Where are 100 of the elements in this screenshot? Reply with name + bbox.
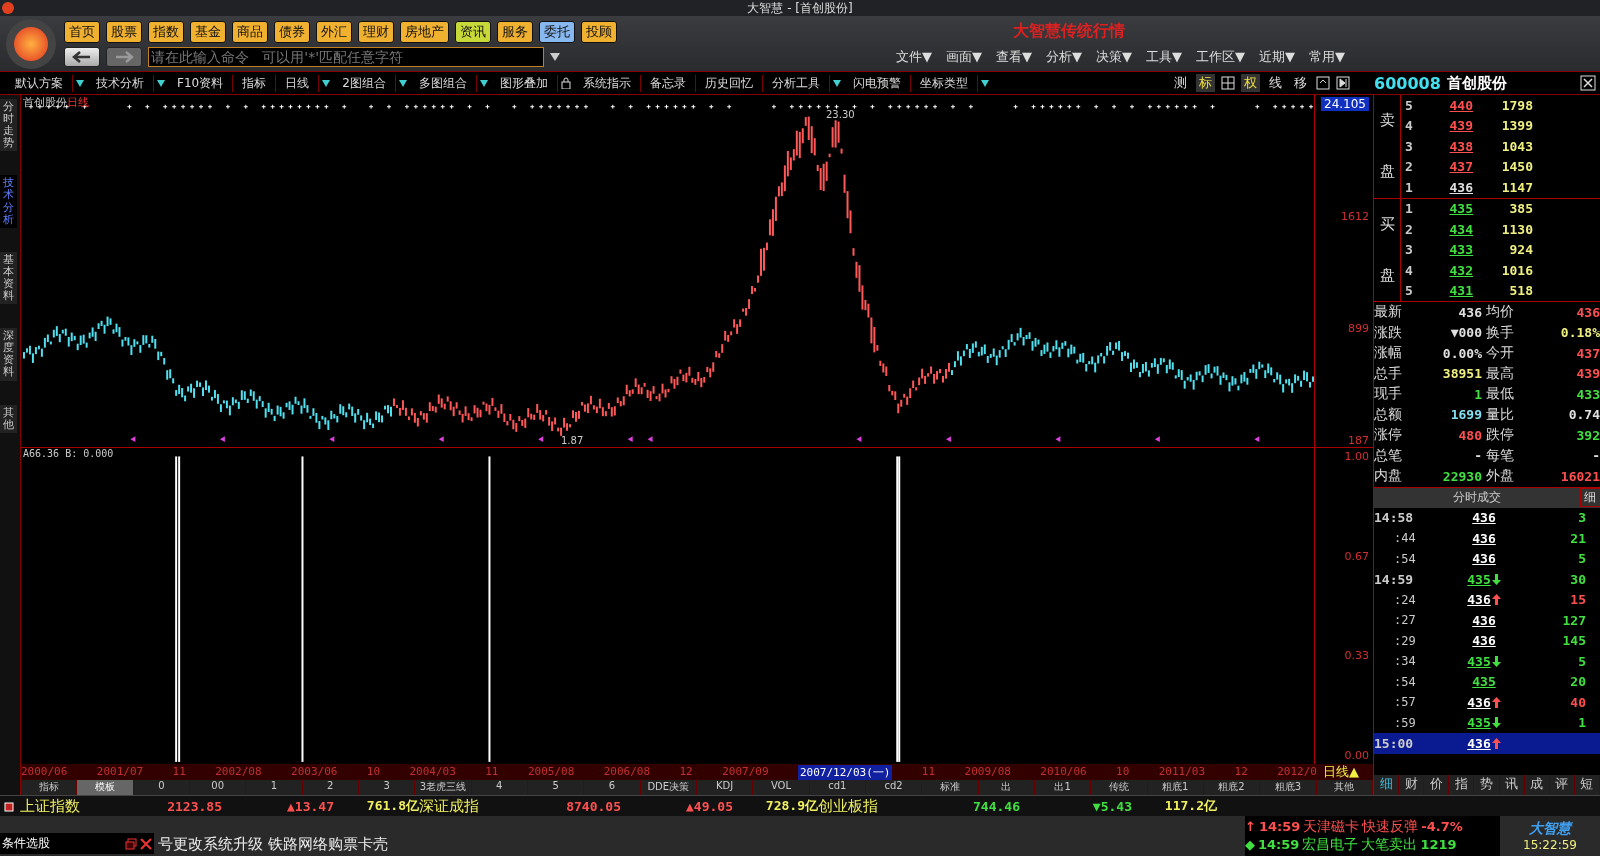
stat-label: 总笔 [1374, 446, 1403, 465]
alert-mark: ◆ [1245, 837, 1255, 852]
toolbar-button[interactable]: 技术分析 [87, 74, 154, 92]
menu-item[interactable]: 近期▼ [1259, 47, 1295, 66]
forward-button[interactable] [106, 46, 142, 67]
dropdown-icon[interactable] [157, 79, 165, 87]
axis-label: 0.33 [1344, 649, 1369, 663]
play-icon[interactable] [1336, 76, 1350, 90]
dropdown-icon[interactable] [479, 79, 488, 87]
menu-item[interactable]: 常用▼ [1309, 47, 1345, 66]
toolbar-button[interactable]: 日线 [276, 74, 320, 92]
dropdown-icon[interactable] [832, 79, 841, 87]
side-tab[interactable]: 分时走势 [0, 99, 17, 152]
stat-label: 量比 [1486, 405, 1515, 424]
indicator-legend: A66.36 B: 0.000 [23, 448, 114, 459]
chart-tool-button[interactable]: 权 [1241, 74, 1260, 92]
nav-button[interactable]: 债券 [274, 20, 310, 43]
news-ticker[interactable]: 号更改系统升级 铁路网络购票卡壳 [158, 835, 388, 854]
trade-time: :59 [1393, 715, 1417, 730]
nav-button[interactable]: 资讯 [455, 20, 491, 43]
menu-item[interactable]: 查看▼ [996, 47, 1032, 66]
triangle-marker [1154, 436, 1160, 443]
side-tab[interactable]: 深度资料 [0, 328, 17, 381]
volume-value: 1798 [1500, 97, 1533, 113]
side-tab[interactable]: 基本资料 [0, 251, 17, 305]
dropdown-icon[interactable] [550, 52, 560, 61]
selected-trade-row[interactable]: 15:00 436 [1374, 733, 1600, 754]
level-number: 1 [1404, 201, 1414, 217]
app-logo-icon[interactable] [6, 18, 56, 69]
toolbar-button[interactable]: 2图组合 [333, 74, 396, 92]
toolbar-button[interactable]: 系统指示 [573, 74, 641, 92]
index-ticker-text: 8740.05 [565, 798, 621, 814]
menu-item[interactable]: 决策▼ [1096, 47, 1132, 66]
axis-label: 187 [1348, 434, 1369, 447]
lock-icon[interactable] [560, 77, 571, 89]
price-value: 434 [1448, 221, 1473, 237]
template-tab[interactable]: 模板 [77, 780, 134, 795]
toolbar-button[interactable]: 分析工具 [762, 74, 830, 92]
toolbar-button[interactable]: 历史回忆 [695, 74, 763, 92]
side-tab[interactable]: 技术分析 [0, 175, 17, 228]
toolbar-button[interactable]: 备忘录 [640, 74, 696, 92]
nav-button[interactable]: 首页 [64, 20, 100, 43]
nav-button[interactable]: 基金 [190, 20, 226, 43]
trade-time: :29 [1393, 633, 1417, 648]
toolbar-button[interactable]: 默认方案 [6, 74, 73, 92]
trade-time: :27 [1393, 613, 1417, 628]
alert-row[interactable]: ↑ 14:59 天津磁卡 快速反弹 -4.7% [1245, 818, 1500, 836]
nav-button[interactable]: 委托 [539, 20, 575, 43]
stat-label: 今开 [1486, 344, 1515, 363]
nav-button[interactable]: 股票 [106, 20, 142, 43]
command-input[interactable]: 请在此输入命令 可以用'*'匹配任意字符 [148, 46, 544, 67]
toolbar-button[interactable]: 指标 [233, 74, 277, 92]
menu-item[interactable]: 文件▼ [896, 47, 932, 66]
dropdown-icon[interactable] [322, 79, 331, 87]
period-label[interactable]: 日线▲ [1323, 763, 1373, 781]
nav-button[interactable]: 投顾 [581, 20, 617, 43]
nav-button[interactable]: 服务 [497, 20, 533, 43]
menu-item[interactable]: 工作区▼ [1196, 47, 1245, 66]
date-label: 12 [1234, 764, 1248, 780]
triangle-marker [1254, 436, 1260, 443]
dropdown-icon[interactable] [398, 79, 407, 87]
dropdown-icon[interactable] [76, 79, 84, 87]
alert-row[interactable]: ◆ 14:59 宏昌电子 大笔卖出 1219 [1245, 836, 1500, 854]
trade-price: 436 [1472, 510, 1496, 526]
volume-value: 1147 [1500, 179, 1533, 195]
index-ticker-text: 创业板指 [818, 796, 879, 816]
nav-button[interactable]: 商品 [232, 20, 268, 43]
toolbar-button[interactable]: 图形叠加 [490, 74, 558, 92]
menu-item[interactable]: 分析▼ [1046, 47, 1082, 66]
index-ticker-text: ▲49.05 [685, 798, 733, 814]
window-icon[interactable] [4, 800, 16, 812]
toolbar-button[interactable]: 坐标类型 [910, 74, 978, 92]
toolbar-button[interactable]: 多图组合 [409, 74, 477, 92]
nav-button[interactable]: 房地产 [400, 20, 449, 43]
restore-icon[interactable] [125, 837, 137, 850]
side-tab[interactable]: 其他 [0, 404, 17, 433]
date-label: 2003/06 [291, 764, 338, 780]
chart-tool-button[interactable]: 线 [1266, 74, 1285, 92]
chart-tool-button[interactable]: 测 [1171, 74, 1190, 92]
toolbar-button[interactable]: F10资料 [168, 74, 234, 92]
menu-item[interactable]: 工具▼ [1146, 47, 1182, 66]
nav-button[interactable]: 理财 [358, 20, 394, 43]
detail-button[interactable]: 细 [1580, 488, 1600, 507]
crosshair-icon[interactable] [1221, 76, 1235, 90]
dropdown-icon[interactable] [980, 79, 989, 87]
menu-item[interactable]: 画面▼ [946, 47, 982, 66]
toolbar-button[interactable]: 闪电预警 [843, 74, 911, 92]
trade-price: 435 [1467, 715, 1491, 731]
nav-button[interactable]: 指数 [148, 20, 184, 43]
chart-tool-button[interactable]: 标 [1196, 74, 1215, 92]
back-button[interactable] [64, 46, 100, 67]
alert-time: 14:59 [1258, 837, 1300, 852]
trade-volume: 3 [1577, 510, 1586, 526]
window-icon[interactable] [1316, 76, 1330, 90]
index-ticker-text: ▼5.43 [1091, 798, 1132, 814]
volume-value: 1399 [1500, 118, 1533, 134]
chart-tool-button[interactable]: 移 [1291, 74, 1310, 92]
trade-price: 435 [1472, 674, 1496, 690]
alert-mark: ↑ [1245, 819, 1256, 834]
nav-button[interactable]: 外汇 [316, 20, 352, 43]
